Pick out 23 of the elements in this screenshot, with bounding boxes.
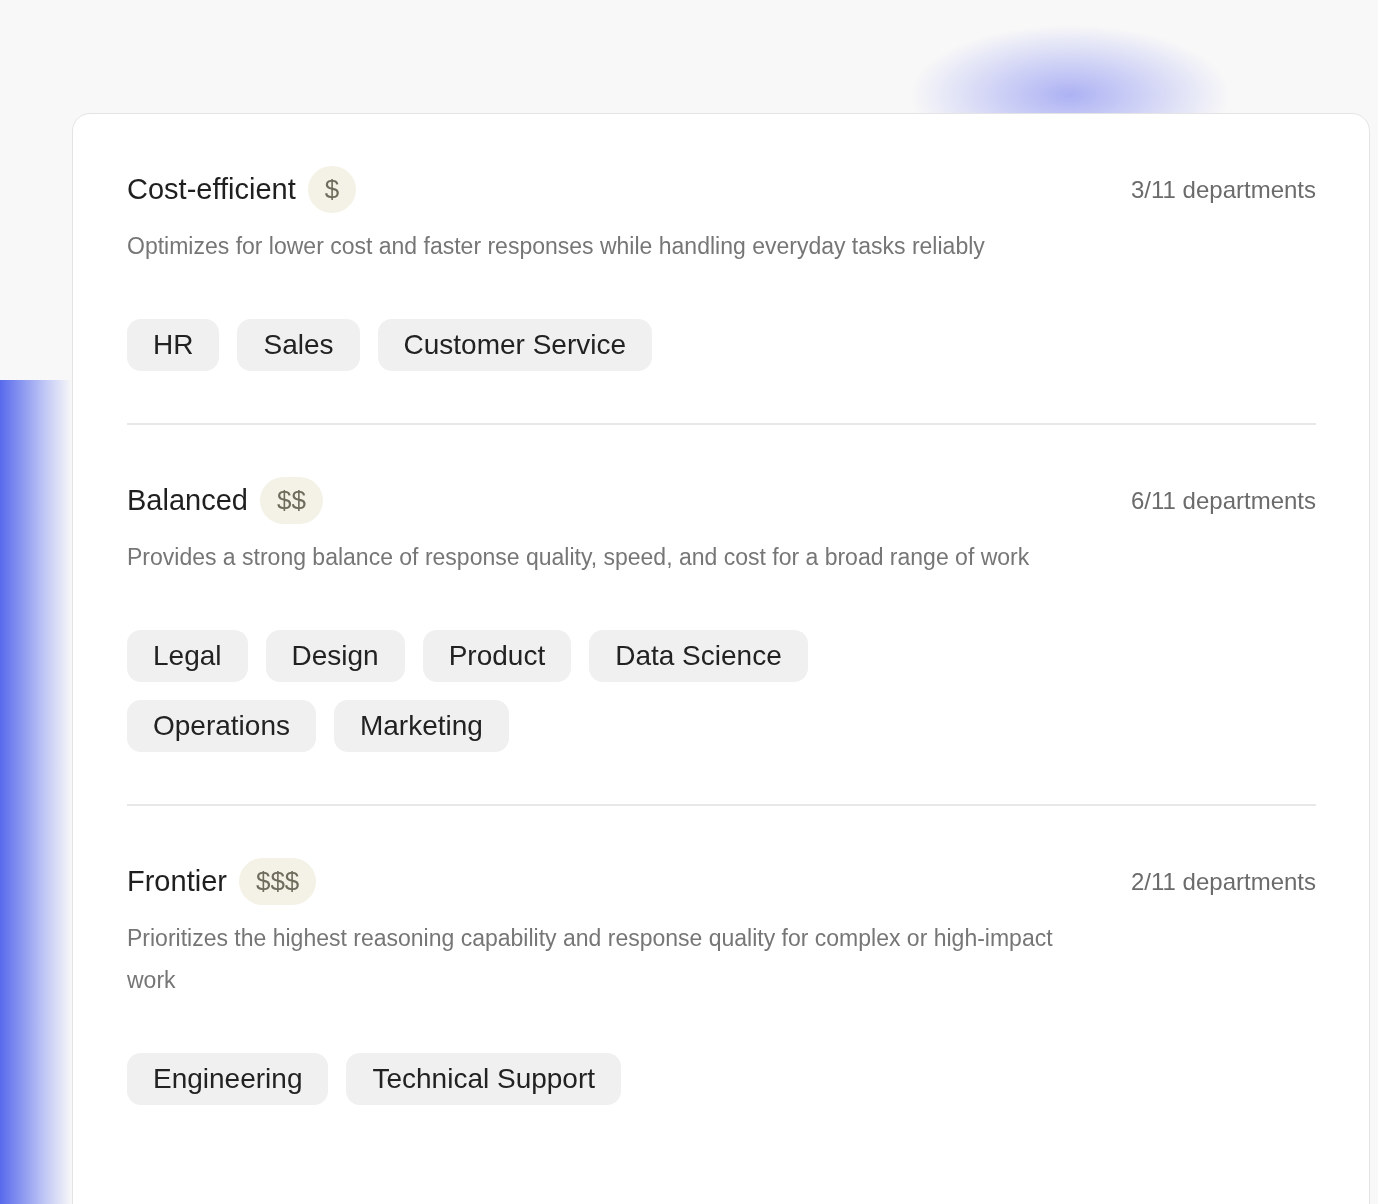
department-chip[interactable]: Technical Support (346, 1053, 622, 1105)
department-chip[interactable]: Sales (237, 319, 360, 371)
department-chip[interactable]: Product (422, 630, 572, 682)
tier-title: Balanced (127, 484, 248, 517)
price-tag: $$ (259, 477, 323, 524)
department-chip[interactable]: Legal (127, 630, 248, 682)
tier-description: Provides a strong balance of response quality, speed, and cost for a broad range of work (127, 543, 1031, 572)
department-chip[interactable]: Operations (127, 700, 316, 752)
tier-description: Prioritizes the highest reasoning capability and response quality for complex or high-impact work (127, 924, 1054, 995)
department-chip[interactable]: Data Science (589, 630, 808, 682)
department-chip[interactable]: HR (127, 319, 220, 371)
department-count: 3/11 departments (1131, 175, 1316, 204)
price-tag: $ (307, 166, 357, 213)
department-count: 2/11 departments (1131, 867, 1316, 896)
tier-title: Frontier (127, 865, 227, 898)
department-chip[interactable]: Customer Service (377, 319, 652, 371)
department-chip[interactable]: Marketing (333, 700, 509, 752)
tier-title: Cost-efficient (127, 173, 296, 206)
price-tag: $$$ (238, 858, 317, 905)
tier-description: Optimizes for lower cost and faster responses while handling everyday tasks reliably (127, 232, 986, 261)
department-chip[interactable]: Design (265, 630, 405, 682)
department-count: 6/11 departments (1131, 486, 1316, 515)
department-chip[interactable]: Engineering (127, 1053, 329, 1105)
